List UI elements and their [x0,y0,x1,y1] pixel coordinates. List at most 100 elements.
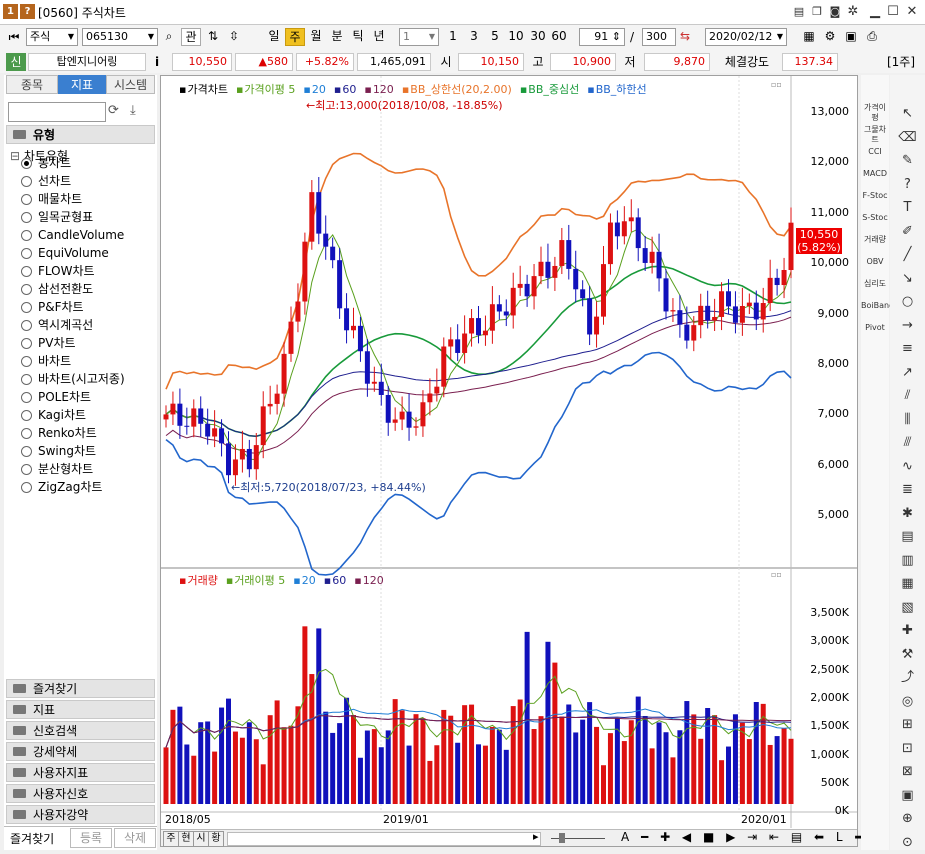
indicator-shortcut[interactable]: 심리도 [861,279,889,299]
maximize-icon[interactable]: ☐ [884,3,902,21]
config-icon[interactable]: ⚙ [821,28,839,46]
chart-type-item[interactable]: 봉차트 [18,154,148,172]
drawing-tool-icon[interactable]: ⊡ [890,738,925,760]
drawing-tool-icon[interactable]: ≣ [890,479,925,501]
scroll-right-icon[interactable]: ▸ [533,830,539,843]
indicator-shortcut[interactable]: 가격이평 [861,103,889,123]
chart-scrollbar[interactable] [227,832,541,846]
save-icon[interactable]: ▣ [842,28,860,46]
print-icon[interactable]: ⎙ [863,28,881,46]
legend-item[interactable]: ▪20 [293,574,319,587]
legend-item[interactable]: ▪60 [334,83,360,96]
total-input[interactable]: 300 [642,28,676,46]
spin-icon[interactable]: ⇳ [225,28,243,46]
drawing-tool-icon[interactable]: ╱ [890,244,925,266]
drawing-tool-icon[interactable]: ⊕ [890,808,925,830]
chart-type-item[interactable]: POLE차트 [18,388,148,406]
zoom-slider[interactable] [551,832,605,844]
drawing-tool-icon[interactable]: ⊙ [890,832,925,854]
chart-type-item[interactable]: 역시계곡선 [18,316,148,334]
chart-type-item[interactable]: 삼선전환도 [18,280,148,298]
count-input[interactable]: 91 ⇕ [579,28,625,46]
refresh-icon[interactable]: ⟳ [108,103,119,118]
drawing-tool-icon[interactable]: ⫼ [890,409,925,431]
legend-item[interactable]: ▪20 [303,83,329,96]
period-minute[interactable]: 분 [327,28,347,46]
chart-type-item[interactable]: 분산형차트 [18,460,148,478]
period-year[interactable]: 년 [369,28,389,46]
legend-item[interactable]: ▪BB_중심선 [520,83,583,96]
drawing-tool-icon[interactable]: ? [890,174,925,196]
drawing-tool-icon[interactable]: ⤴ [890,667,925,689]
chart-type-item[interactable]: 매물차트 [18,190,148,208]
panel-close-icon[interactable]: ▫▫ [771,570,782,579]
legend-item[interactable]: ▪60 [324,574,350,587]
drawing-tool-icon[interactable]: ▦ [890,573,925,595]
legend-item[interactable]: ▪가격차트 [179,83,232,96]
chart-type-item[interactable]: FLOW차트 [18,262,148,280]
drawing-tool-icon[interactable]: ⊞ [890,714,925,736]
first-icon[interactable]: ⏮ [6,29,22,47]
chart-canvas[interactable] [161,76,857,846]
drawing-tool-icon[interactable]: ∿ [890,456,925,478]
chart-type-item[interactable]: P&F차트 [18,298,148,316]
chart-type-item[interactable]: Swing차트 [18,442,148,460]
indicator-shortcut[interactable]: F-Stoc [861,191,889,211]
market-select[interactable]: 주식 ▼ [26,28,78,46]
chart-nav-icons[interactable]: A ━ ✚ ◀ ■ ▶ ⇥ ⇤ ▤ ⬅ L ➡ ⤢ [621,830,890,845]
indicator-shortcut[interactable]: OBV [861,257,889,277]
info-icon[interactable]: i [150,53,164,71]
minute-3[interactable]: 3 [465,28,483,46]
gear-icon[interactable]: ✲ [844,3,862,21]
section-1[interactable]: 지표 [6,700,155,719]
camera-icon[interactable]: ◙ [826,3,844,21]
indicator-shortcut[interactable]: 거래량 [861,235,889,255]
drawing-tool-icon[interactable]: ▧ [890,597,925,619]
drawing-tool-icon[interactable]: ✱ [890,503,925,525]
section-6[interactable]: 사용자강약 [6,805,155,824]
chart-type-item[interactable]: CandleVolume [18,226,148,244]
legend-item[interactable]: ▪BB_상한선(20,2.00) [402,83,516,96]
legend-item[interactable]: ▪거래량 [179,574,222,587]
chart-area[interactable]: ▪가격차트 ▪가격이평 5 ▪20 ▪60 ▪120 ▪BB_상한선(20,2.00) ▪B… [160,75,886,847]
minute-10[interactable]: 10 [506,28,526,46]
chart-type-item[interactable]: 바차트 [18,352,148,370]
drawing-tool-icon[interactable]: → [890,315,925,337]
indicator-search-input[interactable] [8,102,106,122]
chart-type-item[interactable]: Renko차트 [18,424,148,442]
period-value-select[interactable]: 1 ▼ [399,28,439,46]
gwan-button[interactable]: 관 [181,28,201,46]
legend-item[interactable]: ▪120 [364,83,397,96]
drawing-tool-icon[interactable]: ✚ [890,620,925,642]
chart-type-item[interactable]: 일목균형표 [18,208,148,226]
minute-1[interactable]: 1 [444,28,462,46]
drawing-tool-icon[interactable]: ↖ [890,103,925,125]
adjust-icon[interactable]: ⇆ [677,28,693,46]
chart-type-item[interactable]: 바차트(시고저종) [18,370,148,388]
memo-icon[interactable]: ▤ [790,3,808,21]
drawing-tool-icon[interactable]: ○ [890,291,925,313]
drawing-tool-icon[interactable]: ⌫ [890,127,925,149]
period-day[interactable]: 일 [264,28,284,46]
tab-jong[interactable]: 주 [163,831,179,847]
tab-stocks[interactable]: 종목 [6,75,58,94]
drawing-tool-icon[interactable]: ⫽ [890,385,925,407]
period-month[interactable]: 월 [306,28,326,46]
section-5[interactable]: 사용자신호 [6,784,155,803]
indicator-shortcut[interactable]: MACD [861,169,889,189]
drawing-tool-icon[interactable]: ▣ [890,785,925,807]
minimize-icon[interactable]: ▁ [866,3,884,21]
date-input[interactable]: 2020/02/12 ▼ [705,28,787,46]
minute-60[interactable]: 60 [549,28,569,46]
drawing-tool-icon[interactable]: ◎ [890,691,925,713]
indicator-shortcut[interactable]: S-Stoc [861,213,889,233]
search-icon[interactable]: ⌕ [160,28,178,46]
tab-favorites[interactable]: 즐겨찾기 [10,830,54,847]
drawing-tool-icon[interactable]: T [890,197,925,219]
drawing-tool-icon[interactable]: ✎ [890,150,925,172]
legend-item[interactable]: ▪거래이평 5 [226,574,289,587]
chart-type-item[interactable]: PV차트 [18,334,148,352]
chart-type-item[interactable]: Kagi차트 [18,406,148,424]
indicator-shortcut[interactable]: BoiBand [861,301,894,321]
legend-item[interactable]: ▪BB_하한선 [587,83,650,96]
